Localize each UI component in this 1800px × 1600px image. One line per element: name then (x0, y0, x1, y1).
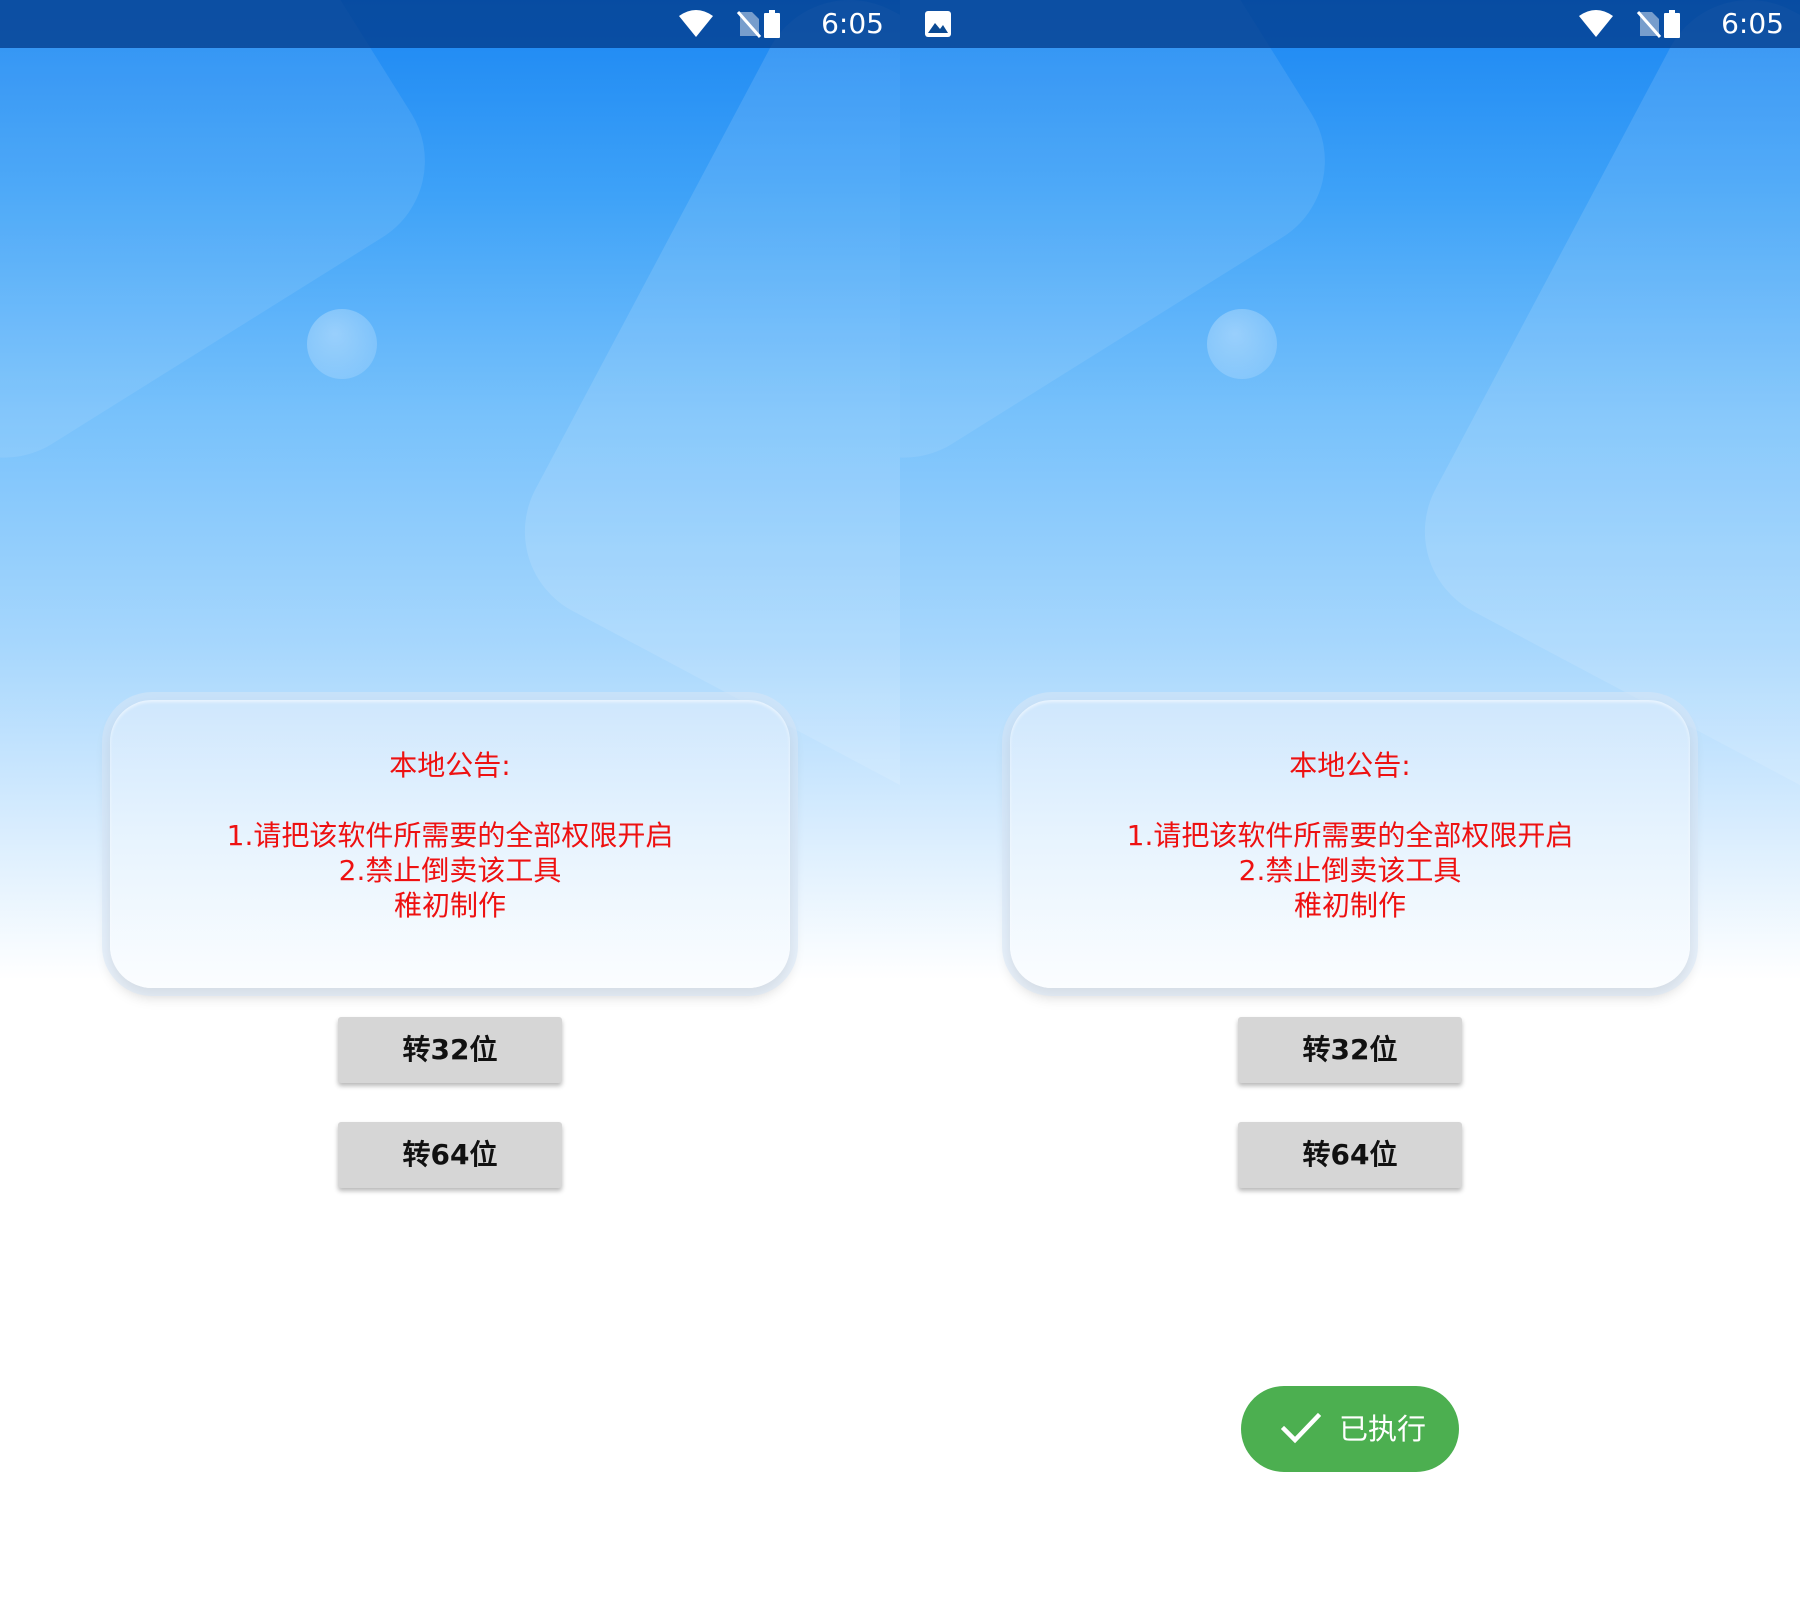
notice-card: 本地公告: 1.请把该软件所需要的全部权限开启 2.禁止倒卖该工具 稚初制作 (110, 700, 790, 988)
notice-title: 本地公告: (1289, 749, 1411, 782)
notice-title: 本地公告: (389, 749, 511, 782)
wifi-icon (1579, 10, 1613, 37)
convert-64bit-button[interactable]: 转64位 (1238, 1122, 1462, 1188)
status-bar: 6:05 (900, 0, 1800, 48)
phone-screen-after: 6:05 本地公告: 1.请把该软件所需要的全部权限开启 2.禁止倒卖该工具 稚… (900, 0, 1800, 1600)
wifi-icon (679, 10, 713, 37)
convert-32bit-button[interactable]: 转32位 (338, 1017, 562, 1083)
notice-card: 本地公告: 1.请把该软件所需要的全部权限开启 2.禁止倒卖该工具 稚初制作 (1010, 700, 1690, 988)
battery-icon (764, 10, 780, 38)
notice-line: 1.请把该软件所需要的全部权限开启 (226, 819, 674, 852)
status-time: 6:05 (1721, 7, 1784, 40)
background-orb (1207, 309, 1277, 379)
background-orb (307, 309, 377, 379)
notice-line: 稚初制作 (393, 889, 506, 922)
notice-line: 2.禁止倒卖该工具 (1238, 854, 1462, 887)
background-hexagon-shape (0, 0, 459, 492)
notice-line: 稚初制作 (1293, 889, 1406, 922)
background-hexagon-shape (900, 0, 1359, 492)
no-sim-icon (1636, 11, 1662, 38)
toast-text: 已执行 (1339, 1412, 1427, 1446)
notice-line: 2.禁止倒卖该工具 (338, 854, 562, 887)
executed-toast: 已执行 (1241, 1386, 1459, 1472)
battery-icon (1664, 10, 1680, 38)
notice-line: 1.请把该软件所需要的全部权限开启 (1126, 819, 1574, 852)
check-icon (1281, 1412, 1321, 1444)
notice-text: 本地公告: 1.请把该软件所需要的全部权限开启 2.禁止倒卖该工具 稚初制作 (1010, 748, 1690, 923)
convert-32bit-button[interactable]: 转32位 (1238, 1017, 1462, 1083)
no-sim-icon (736, 11, 762, 38)
status-bar: 6:05 (0, 0, 900, 48)
image-icon (925, 11, 951, 37)
status-time: 6:05 (821, 7, 884, 40)
phone-screen-before: 6:05 本地公告: 1.请把该软件所需要的全部权限开启 2.禁止倒卖该工具 稚… (0, 0, 900, 1600)
convert-64bit-button[interactable]: 转64位 (338, 1122, 562, 1188)
notice-text: 本地公告: 1.请把该软件所需要的全部权限开启 2.禁止倒卖该工具 稚初制作 (110, 748, 790, 923)
